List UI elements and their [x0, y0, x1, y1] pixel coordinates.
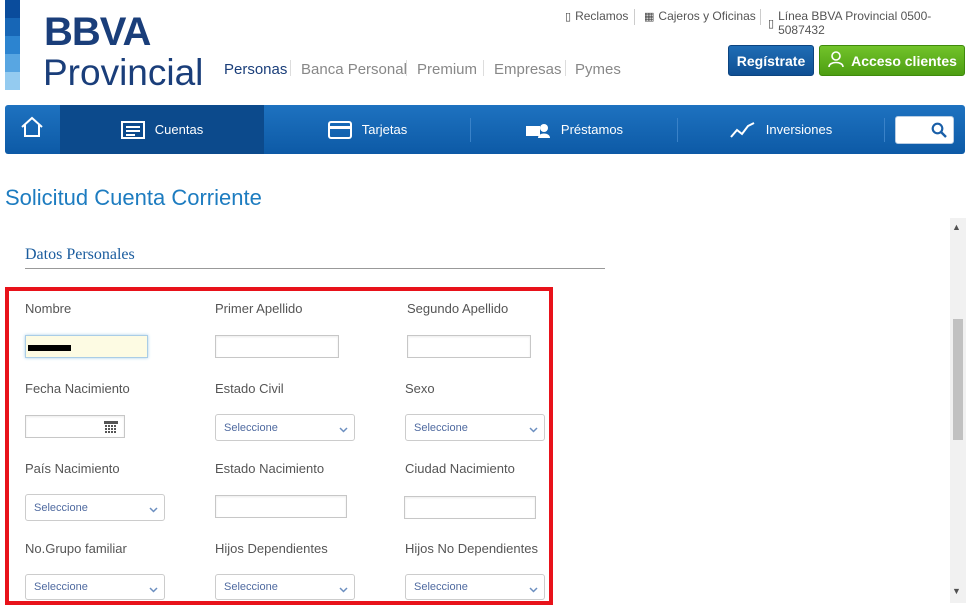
- register-button[interactable]: Regístrate: [728, 45, 814, 76]
- client-access-button[interactable]: Acceso clientes: [819, 45, 965, 76]
- segment-divider: [406, 60, 407, 76]
- scroll-up-arrow-icon[interactable]: ▲: [952, 222, 961, 232]
- nav-item-inversiones[interactable]: Inversiones: [678, 105, 884, 154]
- atm-icon: ▦: [644, 10, 655, 23]
- nav-home[interactable]: [5, 105, 59, 154]
- utility-link-reclamos[interactable]: ▯ Reclamos: [565, 9, 628, 23]
- card-icon: [327, 120, 352, 139]
- nav-item-tarjetas[interactable]: Tarjetas: [265, 105, 470, 154]
- page-title: Solicitud Cuenta Corriente: [5, 185, 262, 210]
- logo-provincial[interactable]: Provincial: [43, 52, 203, 94]
- segment-pymes[interactable]: Pymes: [575, 61, 621, 78]
- nav-divider: [884, 118, 885, 142]
- segment-divider: [565, 60, 566, 76]
- utility-divider: [634, 9, 635, 25]
- segment-empresas[interactable]: Empresas: [494, 61, 562, 78]
- segment-banca-personal[interactable]: Banca Personal: [301, 61, 407, 78]
- phone-icon: ▯: [768, 17, 775, 30]
- search-icon[interactable]: [931, 122, 947, 143]
- utility-link-cajeros[interactable]: ▦ Cajeros y Oficinas: [644, 9, 756, 23]
- phone-icon: ▯: [565, 10, 572, 23]
- segment-premium[interactable]: Premium: [417, 61, 477, 78]
- chart-line-icon: [729, 121, 756, 139]
- scroll-down-arrow-icon[interactable]: ▼: [952, 586, 961, 596]
- segment-divider: [483, 60, 484, 76]
- search-input[interactable]: [895, 116, 954, 144]
- logo-stripes: [5, 0, 20, 90]
- section-divider: [25, 268, 605, 269]
- highlight-frame: [5, 287, 553, 605]
- user-icon: [827, 50, 845, 71]
- segment-personas[interactable]: Personas: [224, 61, 287, 78]
- accounts-icon: [120, 120, 145, 139]
- section-title: Datos Personales: [25, 246, 135, 263]
- loan-icon: [525, 122, 551, 138]
- scrollbar-thumb[interactable]: [953, 319, 963, 440]
- nav-item-cuentas[interactable]: Cuentas: [60, 105, 264, 154]
- nav-item-prestamos[interactable]: Préstamos: [471, 105, 677, 154]
- segment-divider: [290, 60, 291, 76]
- home-icon: [20, 116, 44, 143]
- utility-link-linea[interactable]: ▯ Línea BBVA Provincial 0500-5087432: [768, 9, 971, 37]
- logo-bbva[interactable]: BBVA: [44, 10, 151, 55]
- utility-divider: [760, 9, 761, 25]
